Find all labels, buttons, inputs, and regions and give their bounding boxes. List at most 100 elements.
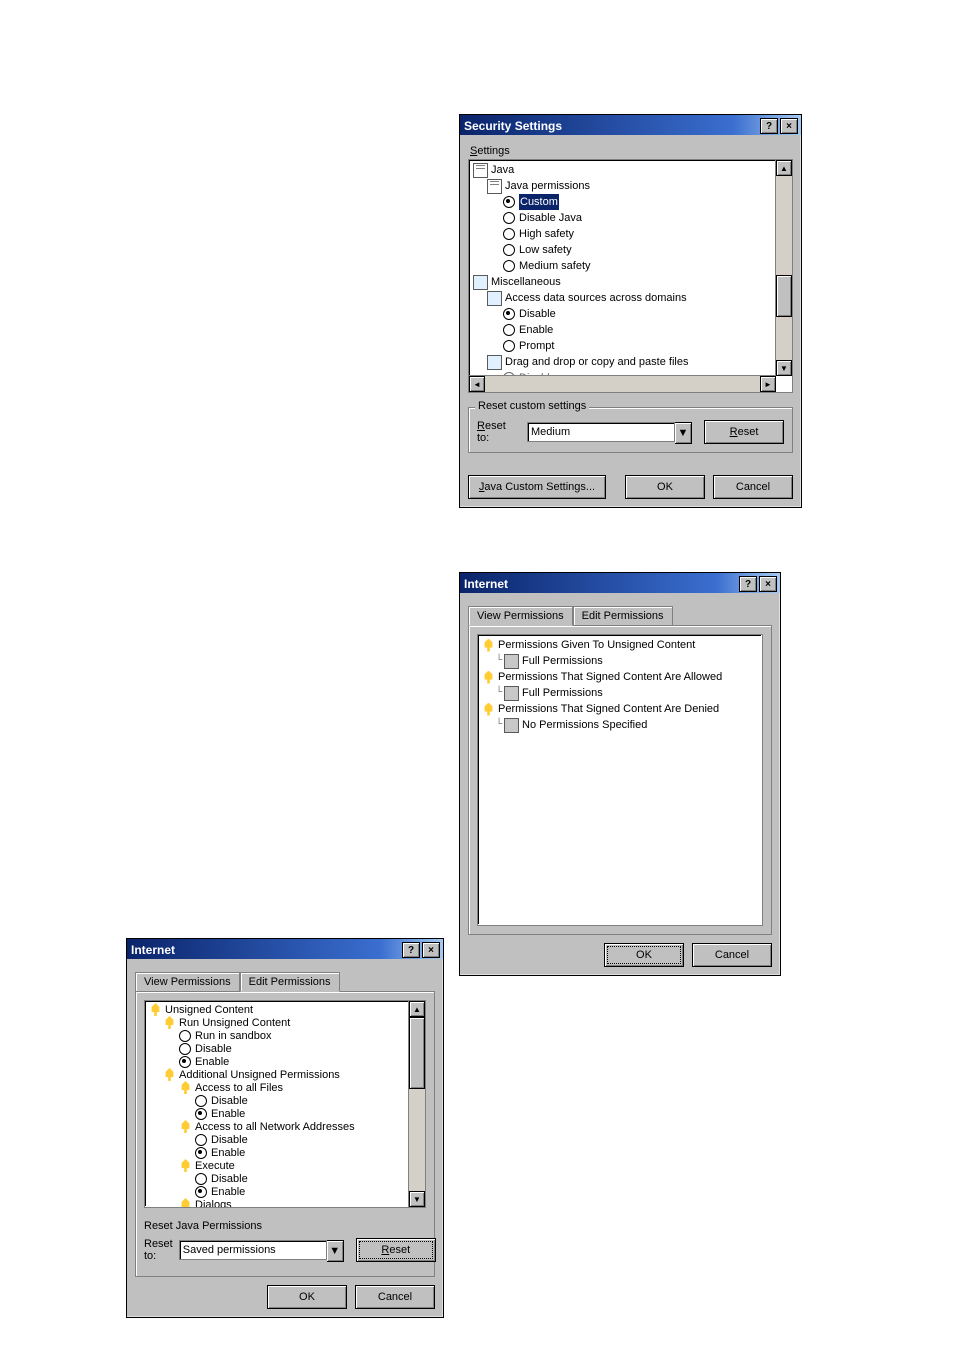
key-icon — [179, 1081, 192, 1094]
titlebar: Security Settings ? × — [460, 115, 801, 135]
cancel-button[interactable]: Cancel — [355, 1285, 435, 1309]
key-icon — [482, 639, 495, 652]
scroll-right-button[interactable]: ► — [760, 376, 776, 392]
scroll-up-button[interactable]: ▲ — [776, 160, 792, 176]
dragdrop-icon — [487, 355, 502, 370]
dialogs: Dialogs — [195, 1197, 232, 1208]
opt-custom[interactable]: Custom — [519, 194, 559, 210]
opt-disable-java[interactable]: Disable Java — [519, 210, 582, 226]
signed-denied-header: Permissions That Signed Content Are Deni… — [498, 701, 719, 717]
tab-panel-view: Permissions Given To Unsigned Content └ F… — [468, 625, 772, 935]
radio-disable[interactable] — [179, 1043, 191, 1055]
opt-low-safety[interactable]: Low safety — [519, 242, 572, 258]
radio-low-safety[interactable] — [503, 244, 515, 256]
reset-button[interactable]: Reset — [704, 420, 784, 444]
java-icon — [473, 163, 488, 178]
radio-ad-disable[interactable] — [503, 308, 515, 320]
tab-bar: View Permissions Edit Permissions — [135, 969, 435, 991]
help-button[interactable]: ? — [760, 118, 778, 134]
security-settings-dialog: Security Settings ? × Settings Java Java… — [459, 114, 802, 508]
opt-medium-safety[interactable]: Medium safety — [519, 258, 591, 274]
radio-ad-prompt[interactable] — [503, 340, 515, 352]
radio-sandbox[interactable] — [179, 1030, 191, 1042]
permission-icon — [504, 686, 519, 701]
tree-access-data: Access data sources across domains — [505, 290, 687, 306]
settings-tree[interactable]: Java Java permissions Custom Disable Jav… — [468, 159, 793, 393]
signed-denied-value: No Permissions Specified — [522, 717, 647, 733]
key-icon — [179, 1198, 192, 1207]
tab-bar: View Permissions Edit Permissions — [468, 603, 772, 625]
permission-icon — [504, 654, 519, 669]
radio-ex-disable[interactable] — [195, 1173, 207, 1185]
tree-connector: └ — [496, 685, 502, 701]
radio-custom[interactable] — [503, 196, 515, 208]
reset-to-input[interactable] — [179, 1240, 327, 1260]
signed-allowed-header: Permissions That Signed Content Are Allo… — [498, 669, 722, 685]
radio-an-disable[interactable] — [195, 1134, 207, 1146]
tab-view-permissions[interactable]: View Permissions — [135, 972, 240, 991]
scroll-down-button[interactable]: ▼ — [776, 360, 792, 376]
radio-disable-java[interactable] — [503, 212, 515, 224]
scroll-down-button[interactable]: ▼ — [409, 1191, 425, 1207]
tab-view-permissions[interactable]: View Permissions — [468, 606, 573, 626]
opt-ad-disable[interactable]: Disable — [519, 306, 556, 322]
combo-dropdown-button[interactable]: ▼ — [327, 1240, 344, 1262]
help-button[interactable]: ? — [739, 576, 757, 592]
cancel-button[interactable]: Cancel — [692, 943, 772, 967]
tab-edit-permissions[interactable]: Edit Permissions — [573, 606, 673, 625]
ok-button[interactable]: OK — [604, 943, 684, 967]
ok-button[interactable]: OK — [625, 475, 705, 499]
permissions-tree[interactable]: Permissions Given To Unsigned Content └ F… — [477, 634, 763, 926]
ok-button[interactable]: OK — [267, 1285, 347, 1309]
help-button[interactable]: ? — [402, 942, 420, 958]
unsigned-header: Permissions Given To Unsigned Content — [498, 637, 695, 653]
tab-panel-edit: Unsigned Content Run Unsigned Content Ru… — [135, 991, 435, 1277]
edit-permissions-tree[interactable]: Unsigned Content Run Unsigned Content Ru… — [144, 1000, 426, 1208]
radio-medium-safety[interactable] — [503, 260, 515, 272]
scroll-up-button[interactable]: ▲ — [409, 1001, 425, 1017]
horizontal-scrollbar[interactable]: ◄ ► — [469, 375, 776, 392]
java-custom-settings-button[interactable]: Java Custom Settings... — [468, 475, 606, 499]
tree-java-permissions: Java permissions — [505, 178, 590, 194]
close-button[interactable]: × — [780, 118, 798, 134]
internet-view-permissions-dialog: Internet ? × View Permissions Edit Permi… — [459, 572, 781, 976]
reset-custom-settings-group: Reset custom settings Reset to: ▼ Reset — [468, 407, 793, 453]
vertical-scrollbar[interactable]: ▲ ▼ — [775, 160, 792, 376]
radio-an-enable[interactable] — [195, 1147, 207, 1159]
misc-icon — [473, 275, 488, 290]
reset-button[interactable]: Reset — [356, 1238, 436, 1262]
settings-label: Settings — [470, 145, 793, 157]
key-icon — [482, 671, 495, 684]
titlebar: Internet ? × — [127, 939, 443, 959]
radio-af-enable[interactable] — [195, 1108, 207, 1120]
titlebar: Internet ? × — [460, 573, 780, 593]
opt-ad-enable[interactable]: Enable — [519, 322, 553, 338]
window-title: Security Settings — [464, 119, 758, 133]
key-icon — [179, 1159, 192, 1172]
unsigned-value: Full Permissions — [522, 653, 603, 669]
reset-to-combo[interactable]: ▼ — [527, 422, 692, 442]
close-button[interactable]: × — [759, 576, 777, 592]
combo-dropdown-button[interactable]: ▼ — [675, 422, 692, 444]
close-button[interactable]: × — [422, 942, 440, 958]
scroll-thumb[interactable] — [776, 275, 792, 317]
tab-edit-permissions[interactable]: Edit Permissions — [240, 972, 340, 992]
opt-high-safety[interactable]: High safety — [519, 226, 574, 242]
reset-java-permissions-group: Reset Java Permissions Reset to: ▼ Reset — [144, 1212, 426, 1262]
scroll-thumb[interactable] — [409, 1017, 425, 1089]
radio-ad-enable[interactable] — [503, 324, 515, 336]
vertical-scrollbar[interactable]: ▲ ▼ — [408, 1001, 425, 1207]
reset-to-combo[interactable]: ▼ — [179, 1240, 344, 1260]
java-permissions-icon — [487, 179, 502, 194]
reset-to-label: Reset to: — [144, 1238, 173, 1262]
cancel-button[interactable]: Cancel — [713, 475, 793, 499]
radio-af-disable[interactable] — [195, 1095, 207, 1107]
scroll-left-button[interactable]: ◄ — [469, 376, 485, 392]
key-icon — [163, 1068, 176, 1081]
opt-ad-prompt[interactable]: Prompt — [519, 338, 554, 354]
radio-enable[interactable] — [179, 1056, 191, 1068]
radio-high-safety[interactable] — [503, 228, 515, 240]
reset-to-input[interactable] — [527, 422, 675, 442]
key-icon — [179, 1120, 192, 1133]
radio-ex-enable[interactable] — [195, 1186, 207, 1198]
